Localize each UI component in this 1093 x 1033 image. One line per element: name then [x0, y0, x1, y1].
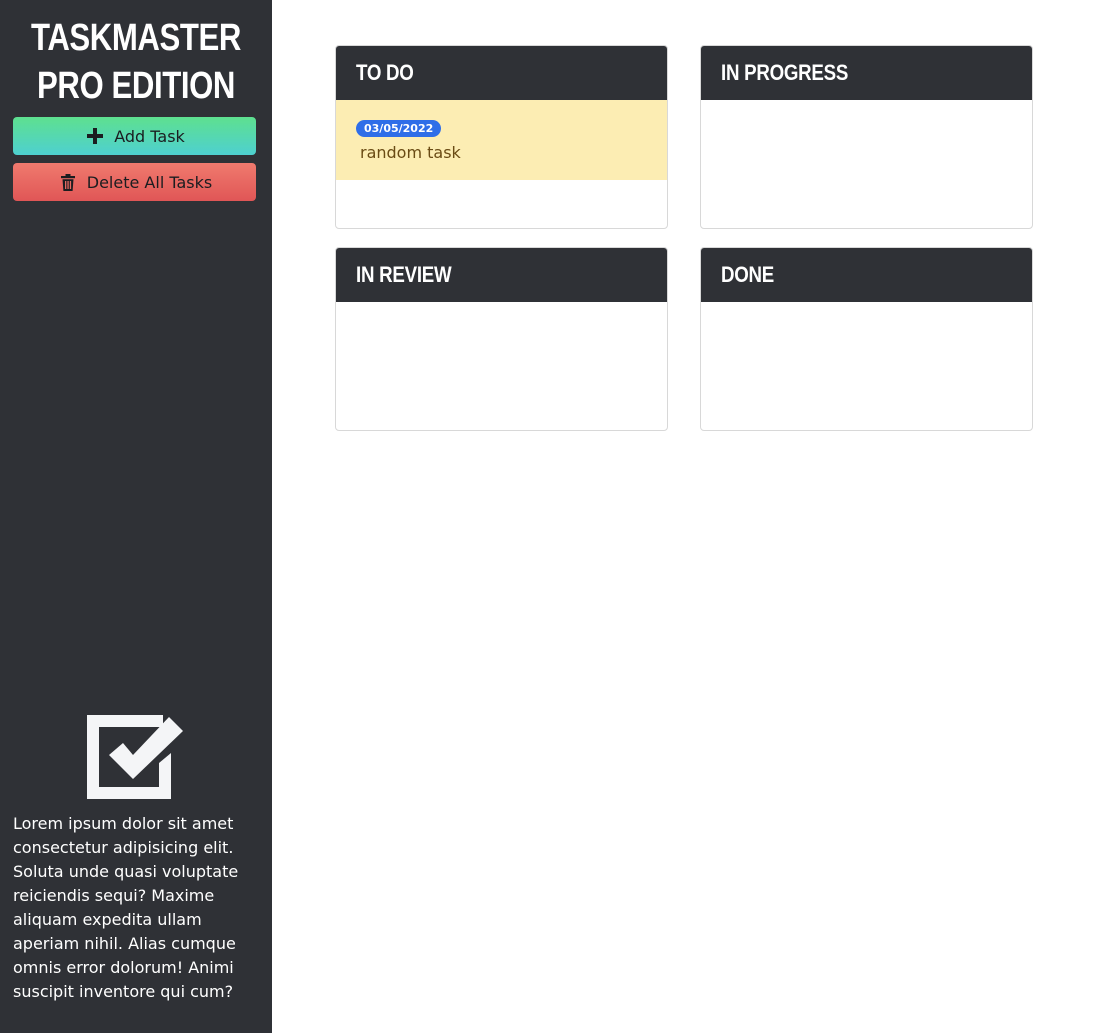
delete-all-tasks-label: Delete All Tasks: [86, 172, 213, 192]
task-date-badge: 03/05/2022: [356, 120, 442, 137]
add-task-button[interactable]: Add Task: [13, 117, 256, 155]
trash-icon: [57, 172, 79, 192]
checkbox-checked-icon: [85, 713, 185, 801]
column-in-progress: IN PROGRESS: [700, 45, 1033, 229]
task-card[interactable]: 03/05/2022 random task: [336, 100, 667, 180]
column-header: IN REVIEW: [336, 248, 667, 302]
sidebar-description: Lorem ipsum dolor sit amet consectetur a…: [13, 814, 239, 1001]
add-task-label: Add Task: [114, 126, 185, 146]
column-title: IN REVIEW: [356, 262, 452, 287]
column-todo: TO DO 03/05/2022 random task: [335, 45, 668, 229]
app-title: TASKMASTER PRO EDITION: [31, 17, 241, 107]
delete-all-tasks-button[interactable]: Delete All Tasks: [13, 163, 256, 201]
column-header: DONE: [701, 248, 1032, 302]
column-in-review: IN REVIEW: [335, 247, 668, 431]
column-title: DONE: [721, 262, 775, 287]
column-done: DONE: [700, 247, 1033, 431]
sidebar: TASKMASTER PRO EDITION Add Task Delete A…: [0, 0, 272, 1033]
column-header: TO DO: [336, 46, 667, 100]
column-header: IN PROGRESS: [701, 46, 1032, 100]
task-text: random task: [360, 143, 461, 162]
column-title: IN PROGRESS: [721, 60, 849, 85]
column-title: TO DO: [356, 60, 414, 85]
plus-icon: [84, 126, 106, 146]
